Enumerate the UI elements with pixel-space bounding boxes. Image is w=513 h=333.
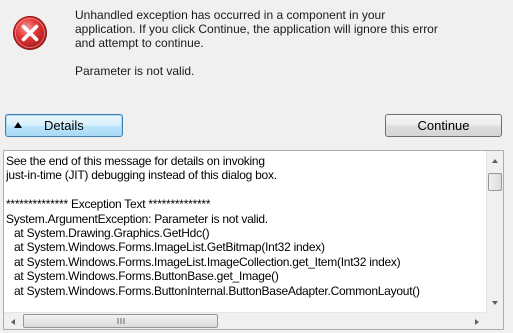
arrow-left-icon: [11, 318, 15, 325]
chevron-up-icon: [14, 122, 22, 128]
scrollbar-corner: [486, 312, 503, 329]
message-line: application. If you click Continue, the …: [75, 22, 438, 36]
scroll-up-button[interactable]: [487, 152, 503, 169]
message-line: and attempt to continue.: [75, 36, 204, 50]
error-icon: [13, 16, 47, 50]
grip-icon: [117, 318, 124, 324]
scroll-down-button[interactable]: [487, 294, 503, 311]
section-header: ************** Exception Text **********…: [6, 197, 211, 212]
stack-trace-line: at System.Windows.Forms.ButtonBase.get_I…: [14, 269, 279, 284]
stack-trace-line: at System.Windows.Forms.ButtonInternal.B…: [14, 283, 420, 298]
details-line: See the end of this message for details …: [6, 154, 265, 168]
error-message-text: Unhandled exception has occurred in a co…: [75, 8, 495, 78]
continue-button[interactable]: Continue: [385, 114, 502, 137]
arrow-up-icon: [492, 158, 498, 163]
message-line: Unhandled exception has occurred in a co…: [75, 8, 386, 22]
scroll-right-button[interactable]: [469, 313, 485, 329]
details-textbox[interactable]: See the end of this message for details …: [3, 150, 504, 330]
arrow-right-icon: [475, 318, 479, 325]
stack-trace-line: at System.Drawing.Graphics.GetHdc(): [14, 226, 210, 241]
stack-trace-line: at System.Windows.Forms.ImageList.GetBit…: [14, 240, 325, 255]
scroll-left-button[interactable]: [5, 313, 21, 329]
exception-message: Parameter is not valid.: [75, 64, 195, 78]
stack-trace-line: at System.Windows.Forms.ImageList.ImageC…: [14, 254, 401, 269]
details-line: just-in-time (JIT) debugging instead of …: [6, 168, 277, 183]
horizontal-scrollbar[interactable]: [4, 312, 486, 329]
horizontal-scroll-thumb[interactable]: [23, 314, 218, 328]
arrow-down-icon: [492, 300, 498, 305]
details-button-label: Details: [44, 118, 84, 133]
details-text: See the end of this message for details …: [6, 154, 482, 314]
exception-line: System.ArgumentException: Parameter is n…: [6, 211, 268, 226]
details-button[interactable]: Details: [5, 114, 123, 137]
vertical-scroll-thumb[interactable]: [488, 173, 502, 191]
vertical-scrollbar[interactable]: [486, 151, 503, 312]
